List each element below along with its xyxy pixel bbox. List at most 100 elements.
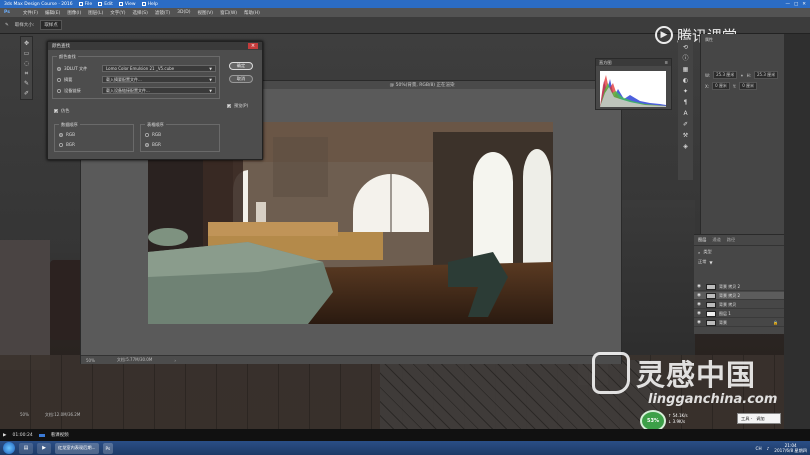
menu-window[interactable]: 窗口(W) [220,10,237,16]
lingganchina-watermark: 灵感中国 [592,352,756,394]
radio-table-rgb[interactable] [145,132,149,137]
minimize-button[interactable]: — [785,2,790,7]
abstract-profile-select[interactable]: 载入摘要配置文件... ▼ [102,76,216,83]
marquee-tool-icon[interactable]: ▭ [23,50,30,57]
menu-file[interactable]: 文件(F) [23,10,38,16]
cancel-button[interactable]: 取消 [229,75,253,83]
histogram-header[interactable]: 直方图 ≡ [596,59,671,66]
menu-3d[interactable]: 3D(D) [177,10,190,15]
layer-row[interactable]: ◉ 背景 拷贝 [694,301,784,309]
eyedropper-icon[interactable]: ✎ [5,23,9,28]
document-status-arrow[interactable]: › [174,358,176,363]
styles-icon[interactable]: ✦ [682,88,690,95]
ime-toolbar[interactable]: 工具 - 调加 [737,413,781,424]
menu-view[interactable]: 视图(V) [197,10,213,16]
language-indicator[interactable]: CH [756,446,762,451]
clock[interactable]: 21:04 2017/6/8 星期四 [774,443,807,453]
eye-icon[interactable]: ◉ [697,284,703,289]
prop-x-input[interactable]: 0 厘米 [712,82,730,90]
blend-mode[interactable]: 正常 ▼ [698,259,713,265]
ps-zoom[interactable]: 50% [20,412,29,417]
tool-presets-icon[interactable]: ⚒ [682,132,690,139]
layer-row[interactable]: ◉ 背景 🔒 [694,319,784,327]
radio-data-bgr[interactable] [59,142,63,147]
explorer-icon[interactable]: ▤ [19,442,33,454]
menu-type[interactable]: 文字(Y) [110,10,125,16]
layer-filter[interactable]: ⌕ 类型 [698,249,712,255]
radio-data-rgb[interactable] [59,132,63,137]
layer-row-selected[interactable]: ◉ 背景 拷贝 2 [694,292,784,300]
prop-y-input[interactable]: 0 厘米 [739,82,758,90]
adjustments-icon[interactable]: ◐ [682,77,690,84]
tab-layers[interactable]: 图层 [698,237,706,243]
document-zoom[interactable]: 50% [86,358,95,363]
dither-checkbox-row[interactable]: ✓ 仿色 [54,108,69,114]
device-link-select[interactable]: 载入设备链接配置文件... ▼ [102,87,216,94]
properties-title: 属性 [705,37,713,42]
radio-abstract[interactable] [57,78,61,82]
data-order-bgr[interactable]: BGR [59,142,75,147]
character-icon[interactable]: A [682,110,690,117]
eye-icon[interactable]: ◉ [697,320,703,325]
start-button[interactable] [3,442,15,454]
table-order-rgb[interactable]: RGB [145,132,161,137]
history-icon[interactable]: ⟲ [682,44,690,51]
player-menu-help[interactable]: Help [141,2,158,7]
layer-row[interactable]: ◉ 图层 1 [694,310,784,318]
brush-preset-icon[interactable]: ✐ [682,121,690,128]
prop-h-input[interactable]: 25.3 厘米 [753,71,779,79]
file-icon [78,2,83,6]
preview-checkbox[interactable]: ✓ [227,104,231,109]
menu-edit[interactable]: 编辑(E) [45,10,60,16]
player-menu-file[interactable]: File [78,2,92,7]
eye-icon[interactable]: ◉ [697,302,703,307]
media-icon[interactable]: ▶ [37,442,51,454]
radio-3dlut[interactable] [57,67,61,71]
lasso-tool-icon[interactable]: ◌ [23,60,30,67]
menu-filter[interactable]: 滤镜(T) [155,10,170,16]
player-menu-view[interactable]: View [118,2,136,7]
move-tool-icon[interactable]: ✥ [23,40,30,47]
taskbar-app-ps[interactable]: Ps [102,442,114,454]
eye-icon[interactable]: ◉ [697,293,703,298]
player-menu-edit[interactable]: Edit [98,2,113,7]
3dlut-file-select[interactable]: Lomo Color Emulsion 21 _V5.cube ▼ [102,65,216,72]
sample-size-select[interactable]: 取样点 [40,20,62,30]
brush-tool-icon[interactable]: ✐ [23,90,30,97]
table-order-bgr[interactable]: BGR [145,142,161,147]
layer-row[interactable]: ◉ 背景 拷贝 2 [694,283,784,291]
taskbar-app-course[interactable]: 红龙室内表现后期... [55,442,99,454]
radio-device-link[interactable] [57,89,61,93]
dialog-close-icon[interactable]: × [248,43,258,49]
dialog-title-bar[interactable]: 颜色查找 × [48,42,262,50]
volume-icon[interactable]: ♪ [767,446,770,451]
tab-channels[interactable]: 通道 [712,237,720,243]
play-icon[interactable]: ▶ [3,433,6,438]
tab-paths[interactable]: 路径 [727,237,735,243]
crop-tool-icon[interactable]: ⌗ [23,70,30,77]
preview-checkbox-row[interactable]: ✓ 预览(P) [227,103,248,109]
menu-image[interactable]: 图像(I) [67,10,81,16]
3d-icon[interactable]: ◈ [682,143,690,150]
info-icon[interactable]: ⓘ [682,55,690,62]
swatches-icon[interactable]: ▦ [682,66,690,73]
ok-button[interactable]: 确定 [229,62,253,70]
menu-help[interactable]: 帮助(H) [244,10,260,16]
dither-checkbox[interactable]: ✓ [54,109,58,114]
option-3dlut[interactable]: 3DLUT 文件 [57,66,87,72]
menu-layer[interactable]: 图层(L) [88,10,103,16]
prop-w-input[interactable]: 25.3 厘米 [713,71,738,79]
data-order-rgb[interactable]: RGB [59,132,75,137]
maximize-button[interactable]: □ [794,2,798,7]
option-device-link[interactable]: 设备链接 [57,88,81,94]
eyedropper-tool-icon[interactable]: ✎ [23,80,30,87]
panel-menu-icon[interactable]: ≡ [664,60,668,65]
link-icon[interactable]: ⚭ [740,73,743,78]
radio-table-bgr[interactable] [145,142,149,147]
menu-select[interactable]: 选择(S) [133,10,148,16]
close-button[interactable]: ✕ [802,2,806,7]
eye-icon[interactable]: ◉ [697,311,703,316]
paragraph-icon[interactable]: ¶ [682,99,690,106]
video-progress-bar[interactable]: ▶ 01:00:24 看课视频 [0,429,810,441]
option-abstract[interactable]: 摘要 [57,77,72,83]
